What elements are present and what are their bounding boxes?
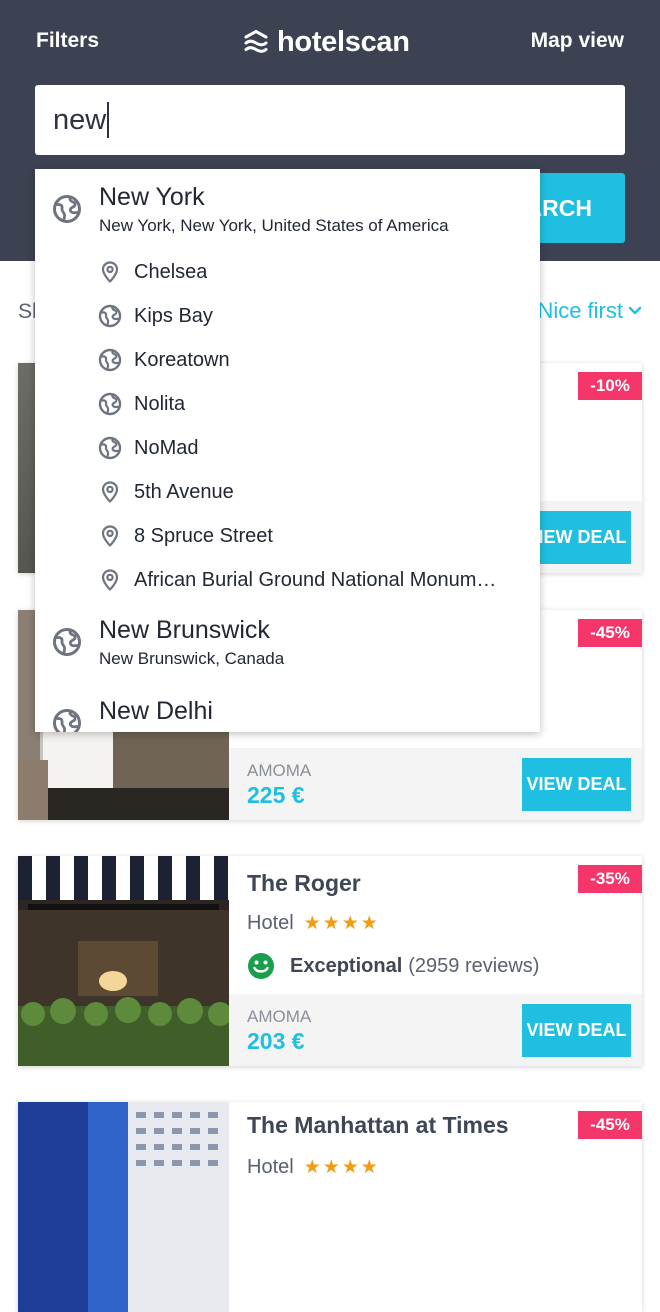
suggestion-new-brunswick[interactable]: New Brunswick New Brunswick, Canada [35,602,540,682]
suggestion-label: African Burial Ground National Monum… [134,569,497,591]
view-deal-button[interactable]: VIEW DEAL [522,758,631,811]
suggestion-nolita[interactable]: Nolita [35,382,540,426]
filters-button[interactable]: Filters [36,29,99,53]
text-caret [107,102,110,138]
provider-name: AMOMA [247,761,312,780]
hotelscan-logo[interactable]: hotelscan [243,24,410,60]
suggestion-5th-avenue[interactable]: 5th Avenue [35,470,540,514]
globe-icon [98,436,122,460]
discount-badge: -45% [578,1111,642,1139]
suggestion-label: NoMad [134,437,199,459]
waves-icon [244,30,268,53]
brand-name: hotelscan [277,25,410,58]
view-deal-button[interactable]: VIEW DEAL [522,1004,631,1057]
suggestion-label: 8 Spruce Street [134,525,273,547]
star-rating: ★★★★ [303,1157,380,1178]
suggestion-nomad[interactable]: NoMad [35,426,540,470]
suggestion-label: Kips Bay [134,305,213,327]
globe-icon [98,348,122,372]
review-count: (2959 reviews) [408,954,540,977]
provider-name: AMOMA [247,1007,312,1026]
chevron-down-icon [628,306,642,315]
suggestion-label: 5th Avenue [134,481,234,503]
hotel-name[interactable]: The Roger [247,870,361,897]
rating-word: Exceptional [290,954,403,977]
search-input[interactable]: new [35,85,625,155]
price: 203 € [247,1028,305,1054]
suggestion-title: New Delhi [99,697,213,725]
suggestion-label: Koreatown [134,349,230,371]
pin-icon [98,480,122,504]
hotel-photo[interactable] [18,856,229,1066]
price: 225 € [247,782,305,808]
discount-badge: -35% [578,865,642,893]
suggestion-label: Chelsea [134,261,208,283]
globe-icon [52,708,82,732]
pin-icon [98,260,122,284]
discount-badge: -10% [578,372,642,400]
deal-row: AMOMA 203 € VIEW DEAL [229,994,642,1066]
globe-icon [98,392,122,416]
map-view-button[interactable]: Map view [531,29,624,53]
hotel-type-label: Hotel [247,912,294,934]
search-input-value: new [53,103,107,136]
suggestion-title: New York [99,183,205,211]
smiley-icon [248,953,274,979]
review-summary: Exceptional (2959 reviews) [247,952,539,980]
hotel-card[interactable]: The Roger -35% Hotel ★★★★ Exceptional (2… [18,856,642,1066]
suggestion-new-york[interactable]: New York New York, New York, United Stat… [35,169,540,249]
pin-icon [98,524,122,548]
hotel-type-label: Hotel [247,1156,294,1178]
suggestion-title: New Brunswick [99,616,270,644]
deal-row: AMOMA 225 € VIEW DEAL [229,748,642,820]
suggestion-chelsea[interactable]: Chelsea [35,250,540,294]
suggestion-kips-bay[interactable]: Kips Bay [35,294,540,338]
sort-dropdown[interactable]: Nice first [537,298,642,324]
hotel-name[interactable]: The Manhattan at Times [247,1112,509,1139]
hotel-type: Hotel ★★★★ [247,1156,380,1179]
suggestion-8-spruce-street[interactable]: 8 Spruce Street [35,514,540,558]
pin-icon [98,568,122,592]
discount-badge: -45% [578,619,642,647]
suggestion-african-burial-ground[interactable]: African Burial Ground National Monum… [35,558,540,602]
globe-icon [52,194,82,224]
suggestion-subtitle: New Brunswick, Canada [99,649,285,668]
globe-icon [52,627,82,657]
suggestion-koreatown[interactable]: Koreatown [35,338,540,382]
suggestion-label: Nolita [134,393,186,415]
sort-dropdown-label: Nice first [537,298,623,323]
globe-icon [98,304,122,328]
autocomplete-dropdown[interactable]: New York New York, New York, United Stat… [35,169,540,732]
hotel-photo[interactable] [18,1102,229,1312]
hotel-type: Hotel ★★★★ [247,912,380,935]
suggestion-subtitle: New York, New York, United States of Ame… [99,216,449,235]
suggestion-new-delhi[interactable]: New Delhi [35,683,540,732]
hotel-card[interactable]: The Manhattan at Times -45% Hotel ★★★★ [18,1102,642,1312]
star-rating: ★★★★ [303,913,380,934]
